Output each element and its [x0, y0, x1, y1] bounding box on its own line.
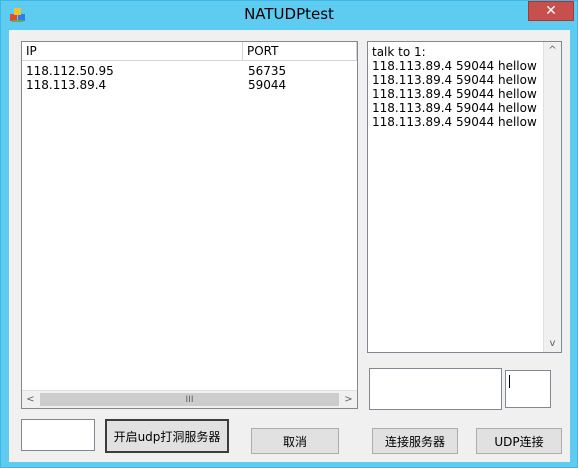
cell-ip: 118.113.89.4: [26, 78, 107, 92]
cell-port: 56735: [248, 64, 287, 78]
close-icon: ✕: [545, 3, 557, 19]
grip-icon: III: [185, 394, 194, 405]
title-bar[interactable]: NATUDPtest ✕: [1, 1, 577, 29]
column-separator[interactable]: [356, 42, 357, 60]
text-caret: [509, 375, 510, 388]
chevron-down-icon: v: [549, 338, 556, 349]
port-input[interactable]: [21, 419, 95, 451]
scroll-thumb[interactable]: III: [40, 393, 339, 406]
column-header-ip[interactable]: IP: [26, 44, 37, 58]
scroll-up-button[interactable]: ^: [544, 42, 561, 59]
cell-ip: 118.112.50.95: [26, 64, 114, 78]
message-input[interactable]: [369, 368, 502, 410]
udp-connect-button[interactable]: UDP连接: [476, 428, 562, 454]
chevron-up-icon: ^: [548, 45, 557, 56]
client-area: IP PORT 118.112.50.95 56735 118.113.89.4…: [9, 30, 570, 462]
target-input[interactable]: [505, 370, 551, 408]
log-line: 118.113.89.4 59044 hellow: [372, 87, 537, 101]
column-header-port[interactable]: PORT: [247, 44, 278, 58]
chevron-left-icon: <: [26, 394, 35, 405]
log-line: talk to 1:: [372, 45, 426, 59]
log-line: 118.113.89.4 59044 hellow: [372, 59, 537, 73]
window-title: NATUDPtest: [244, 5, 334, 23]
scroll-left-button[interactable]: <: [22, 391, 39, 408]
table-row[interactable]: 118.112.50.95 56735: [22, 64, 357, 78]
list-header: IP PORT: [22, 42, 357, 61]
log-line: 118.113.89.4 59044 hellow: [372, 73, 537, 87]
table-row[interactable]: 118.113.89.4 59044: [22, 78, 357, 92]
cancel-button[interactable]: 取消: [251, 428, 339, 454]
log-line: 118.113.89.4 59044 hellow: [372, 101, 537, 115]
scroll-down-button[interactable]: v: [544, 335, 561, 352]
vertical-scrollbar[interactable]: ^ v: [543, 42, 561, 352]
peers-list-view[interactable]: IP PORT 118.112.50.95 56735 118.113.89.4…: [21, 41, 358, 409]
app-window: NATUDPtest ✕ IP PORT 118.112.50.95 56735…: [0, 0, 578, 468]
chat-log[interactable]: talk to 1: 118.113.89.4 59044 hellow 118…: [367, 41, 562, 353]
horizontal-scrollbar[interactable]: < III >: [22, 390, 357, 408]
scroll-right-button[interactable]: >: [340, 391, 357, 408]
cell-port: 59044: [248, 78, 287, 92]
connect-server-button[interactable]: 连接服务器: [372, 428, 458, 454]
log-line: 118.113.89.4 59044 hellow: [372, 115, 537, 129]
close-button[interactable]: ✕: [528, 1, 574, 21]
start-udp-server-button[interactable]: 开启udp打洞服务器: [105, 419, 229, 453]
column-separator[interactable]: [242, 42, 243, 60]
chevron-right-icon: >: [344, 394, 353, 405]
